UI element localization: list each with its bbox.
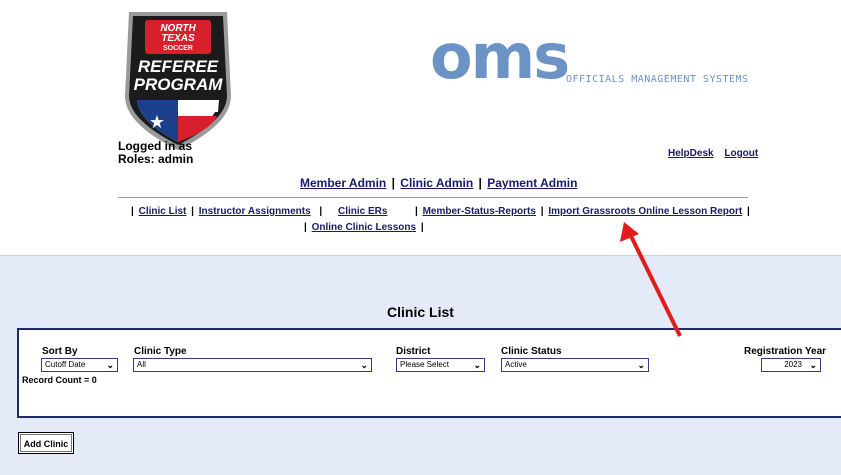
star-icon: ★ (149, 112, 165, 132)
subnav-separator: | (131, 206, 134, 217)
add-clinic-button[interactable]: Add Clinic (18, 432, 74, 454)
chevron-down-icon: ⌄ (106, 360, 114, 370)
chevron-down-icon: ⌄ (360, 360, 368, 370)
district-label: District (396, 346, 431, 357)
subnav-import-grassroots[interactable]: Import Grassroots Online Lesson Report (548, 206, 742, 217)
sub-nav-row-1b: | Member-Status-Reports | Import Grassro… (413, 206, 752, 217)
oms-logo: oms OFFICIALS MANAGEMENT SYSTEMS (430, 22, 748, 92)
main-nav: Member Admin | Clinic Admin | Payment Ad… (300, 176, 577, 190)
nav-member-admin[interactable]: Member Admin (300, 176, 386, 190)
nav-payment-admin[interactable]: Payment Admin (487, 176, 577, 190)
chevron-down-icon: ⌄ (637, 360, 645, 370)
logo-top-line-2: TEXAS (161, 33, 195, 44)
sort-by-select[interactable]: Cutoff Date ⌄ (41, 358, 118, 372)
clinic-status-value: Active (505, 360, 527, 369)
sort-by-value: Cutoff Date (45, 360, 86, 369)
logout-link[interactable]: Logout (724, 148, 758, 159)
referee-program-logo: NORTH TEXAS SOCCER REFEREE PROGRAM ★ (125, 12, 231, 150)
logo-main-line-1: REFEREE (138, 57, 219, 76)
clinic-status-label: Clinic Status (501, 346, 562, 357)
subnav-separator: | (415, 206, 418, 217)
oms-logo-mark: oms (430, 20, 570, 93)
clinic-status-select[interactable]: Active ⌄ (501, 358, 649, 372)
subnav-separator: | (191, 206, 194, 217)
roles-label: Roles: admin (118, 152, 194, 166)
sort-by-label: Sort By (42, 346, 78, 357)
user-info: Logged in as Roles: admin (118, 140, 193, 166)
registration-year-select[interactable]: 2023 ⌄ (761, 358, 821, 372)
helpdesk-link[interactable]: HelpDesk (668, 148, 714, 159)
clinic-type-select[interactable]: All ⌄ (133, 358, 372, 372)
top-links: HelpDesk Logout (660, 148, 758, 159)
clinic-type-value: All (137, 360, 146, 369)
registration-year-label: Registration Year (744, 346, 827, 357)
logo-top-line-3: SOCCER (163, 45, 193, 52)
logo-main-line-2: PROGRAM (134, 75, 224, 94)
chevron-down-icon: ⌄ (809, 360, 817, 370)
nav-clinic-admin[interactable]: Clinic Admin (400, 176, 473, 190)
clinic-type-label: Clinic Type (134, 346, 187, 357)
district-value: Please Select (400, 360, 449, 369)
chevron-down-icon: ⌄ (473, 360, 481, 370)
sub-nav-row-1: | Clinic List | Instructor Assignments | (129, 206, 324, 217)
nav-divider (118, 197, 748, 198)
add-clinic-label: Add Clinic (20, 434, 72, 452)
filter-box: Sort By Cutoff Date ⌄ Clinic Type All ⌄ … (17, 328, 841, 418)
record-count: Record Count = 0 (22, 375, 97, 385)
page-title: Clinic List (387, 304, 454, 320)
registration-year-value: 2023 (784, 360, 802, 369)
subnav-online-clinic-lessons[interactable]: Online Clinic Lessons (312, 222, 416, 233)
subnav-member-status-reports[interactable]: Member-Status-Reports (423, 206, 536, 217)
sub-nav-row-2: | Online Clinic Lessons | (302, 222, 426, 233)
subnav-separator: | (304, 222, 307, 233)
sub-nav-clinic-ers-wrap: Clinic ERs (338, 206, 387, 217)
subnav-clinic-ers[interactable]: Clinic ERs (338, 206, 387, 217)
nav-separator: | (391, 176, 395, 190)
subnav-separator: | (540, 206, 544, 217)
nav-separator: | (478, 176, 482, 190)
subnav-separator: | (420, 222, 424, 233)
subnav-separator: | (319, 206, 323, 217)
oms-logo-subtitle: OFFICIALS MANAGEMENT SYSTEMS (566, 74, 749, 85)
subnav-instructor-assignments[interactable]: Instructor Assignments (199, 206, 311, 217)
subnav-separator: | (747, 206, 750, 217)
district-select[interactable]: Please Select ⌄ (396, 358, 485, 372)
clinic-list-panel: Clinic List Sort By Cutoff Date ⌄ Clinic… (0, 255, 841, 475)
subnav-clinic-list[interactable]: Clinic List (139, 206, 187, 217)
